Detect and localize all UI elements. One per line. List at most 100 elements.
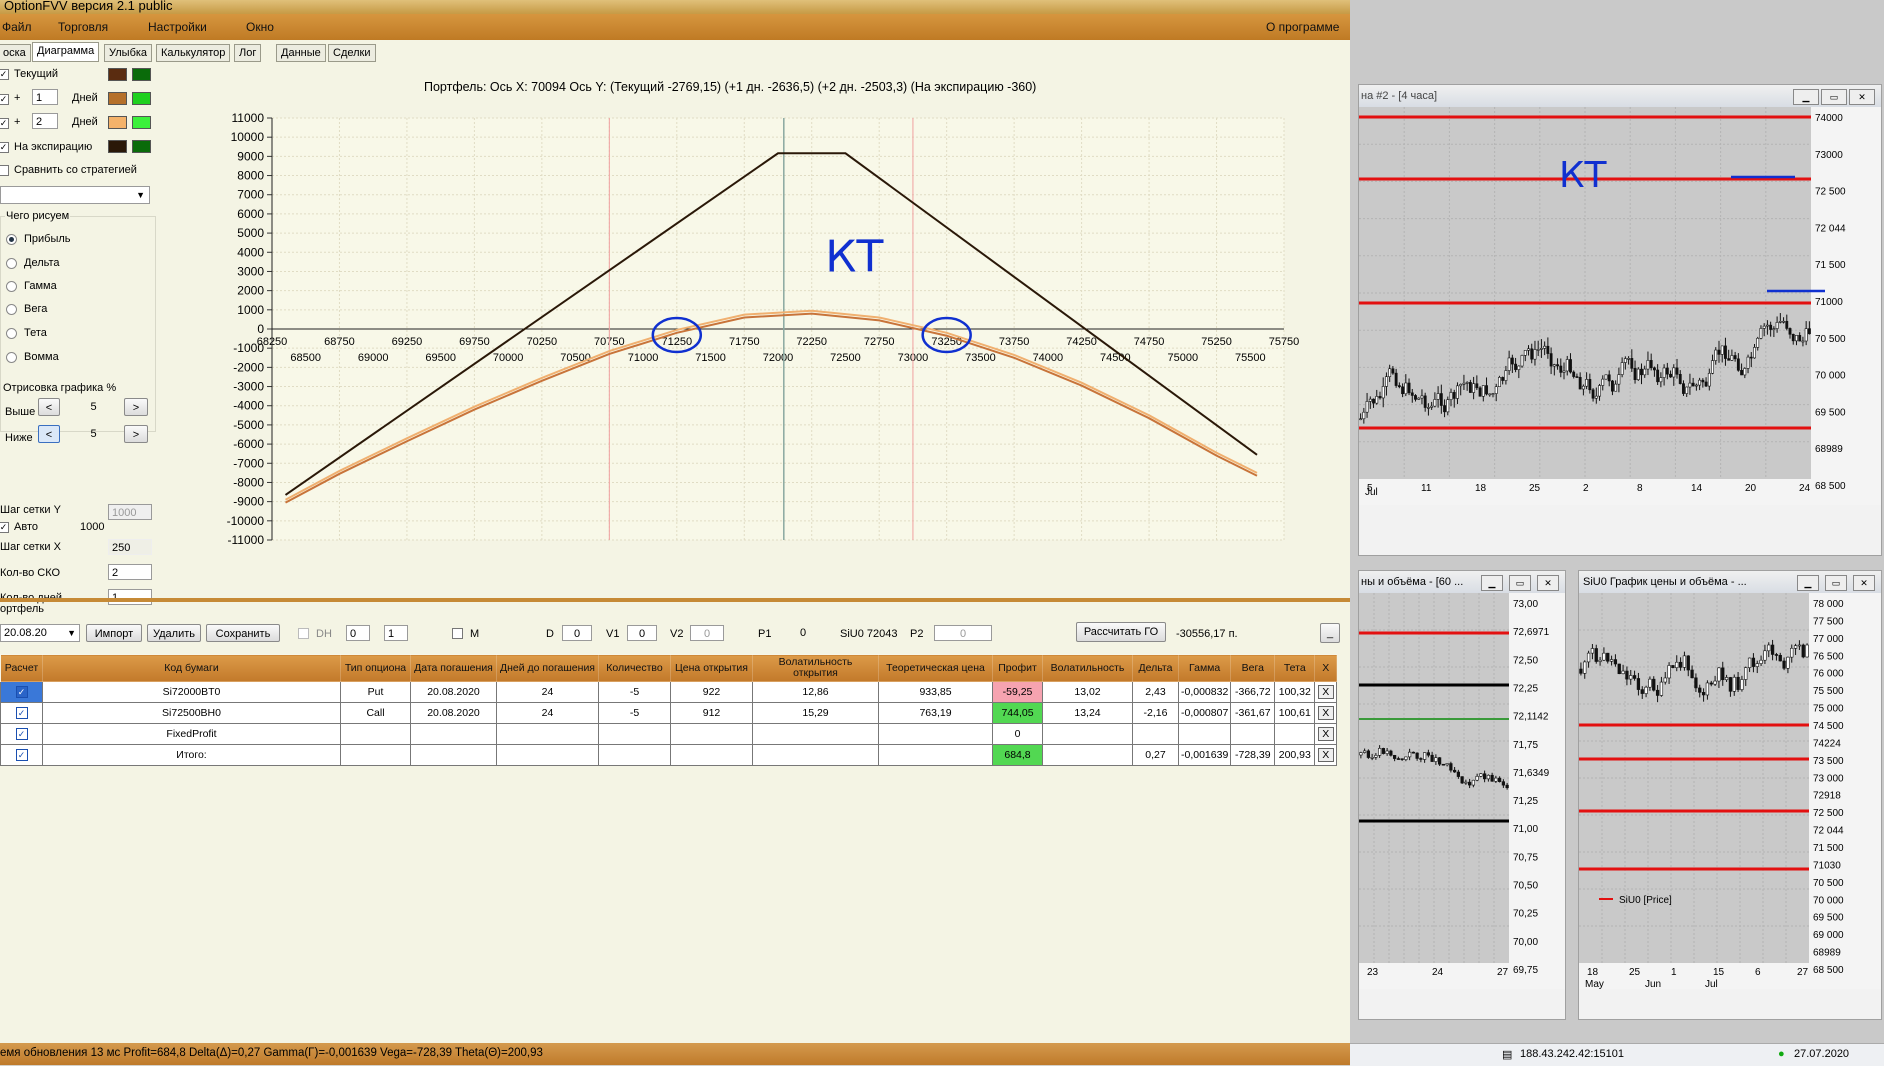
calc-margin-button[interactable]: Рассчитать ГО [1076,622,1166,642]
candlestick-chart-siu0[interactable]: 78 000 77 500 77 000 76 500 76 000 75 500 75 0… [1579,593,1881,1019]
candle-body [1411,751,1415,754]
table-cell[interactable]: ✓ [0,744,43,766]
candle-body [1404,756,1408,760]
candle-body [1659,681,1664,696]
column-header[interactable]: Волатильность открытия [752,654,879,682]
column-header[interactable]: Расчет [0,654,43,682]
chart-window-4h-titlebar[interactable]: на #2 - [4 часа] ▁ ▭ ✕ [1359,85,1881,107]
calc-checkbox[interactable]: ✓ [15,728,28,740]
candle-body [1486,774,1490,780]
v2-input[interactable]: 0 [690,625,724,641]
column-header[interactable]: Профит [992,654,1043,682]
table-cell [670,723,753,745]
candle-body [1604,374,1608,380]
maximize-icon[interactable]: ▭ [1825,575,1847,591]
taskbar: ▤ 188.43.242.42:15101 ● 27.07.2020 [1350,1043,1884,1066]
column-header[interactable]: Дата погашения [410,654,497,682]
table-row[interactable]: ✓ FixedProfit 0 X [0,723,1338,745]
remove-row-button[interactable]: X [1317,706,1334,720]
candle-body [1485,385,1488,395]
save-button[interactable]: Сохранить [206,624,280,642]
candle-body [1549,353,1553,367]
candle-body [1795,335,1798,342]
minimize-panel-button[interactable]: _ [1320,623,1340,643]
splitter[interactable] [0,598,1350,602]
candle-body [1552,364,1556,367]
calc-checkbox[interactable]: ✓ [15,749,28,761]
close-icon[interactable]: ✕ [1849,89,1875,105]
column-header[interactable]: Волатильность [1042,654,1133,682]
table-cell[interactable]: X [1314,702,1338,724]
candle-body [1456,771,1460,777]
chart-window-siu0-titlebar[interactable]: SiU0 График цены и объёма - ... ▁ ▭ ✕ [1579,571,1881,593]
table-cell[interactable]: ✓ [0,702,43,724]
p2-input[interactable]: 0 [934,625,992,641]
payoff-chart[interactable]: 1100010000900080007000600050004000300020… [0,0,1350,600]
price-scale-label: 74 500 [1813,721,1844,732]
price-scale-label: 73 000 [1813,773,1844,784]
calc-checkbox[interactable]: ✓ [15,707,28,719]
d-input[interactable]: 0 [562,625,592,641]
y-tick-label: -3000 [233,380,264,394]
dh-value-input[interactable]: 0 [346,625,370,641]
table-cell[interactable]: ✓ [0,723,43,745]
column-header[interactable]: Тип опциона [340,654,411,682]
p1-input[interactable]: 0 [778,625,828,641]
chart-window-60m: ны и объёма - [60 ... ▁ ▭ ✕ 73,00 72,6971… [1358,570,1566,1020]
candle-body [1652,367,1656,371]
close-icon[interactable]: ✕ [1537,575,1559,591]
x-tick-label-lower: 75500 [1235,352,1266,364]
candle-body [1543,345,1547,349]
dh-step-input[interactable]: 1 [384,625,408,641]
column-header[interactable]: Тета [1274,654,1316,682]
column-header[interactable]: X [1314,654,1338,682]
chart-window-60m-titlebar[interactable]: ны и объёма - [60 ... ▁ ▭ ✕ [1359,571,1565,593]
maximize-icon[interactable]: ▭ [1821,89,1847,105]
close-icon[interactable]: ✕ [1853,575,1875,591]
table-row[interactable]: ✓ Si72000BT0 Put 20.08.2020 24 -5 922 12,86 933,… [0,681,1338,703]
price-scale-label: 76 500 [1813,651,1844,662]
candle-body [1479,773,1483,777]
table-row[interactable]: ✓ Si72500BH0 Call 20.08.2020 24 -5 912 15,29 763… [0,702,1338,724]
column-header[interactable]: Дней до погашения [496,654,599,682]
table-cell[interactable]: X [1314,681,1338,703]
candle-body [1494,777,1498,782]
table-header: Расчет Код бумаги Тип опциона Дата погашени… [0,654,1338,682]
v1-input[interactable]: 0 [627,625,657,641]
column-header[interactable]: Гамма [1177,654,1232,682]
table-cell[interactable]: X [1314,723,1338,745]
price-scale-label: 74224 [1813,738,1841,749]
p2-label: P2 [910,628,924,640]
table-cell[interactable]: ✓ [0,681,43,703]
calc-checkbox[interactable]: ✓ [15,686,28,698]
table-cell[interactable]: X [1314,744,1338,766]
remove-row-button[interactable]: X [1317,748,1334,762]
legend-label: SiU0 [Price] [1619,895,1672,906]
column-header[interactable]: Дельта [1132,654,1179,682]
remove-row-button[interactable]: X [1317,685,1334,699]
m-checkbox[interactable] [452,628,463,639]
table-row[interactable]: ✓ Итого: 684,8 0,27 -0,001639 -728,39 200,93 X [0,744,1338,766]
minimize-icon[interactable]: ▁ [1793,89,1819,105]
minimize-icon[interactable]: ▁ [1481,575,1503,591]
column-header[interactable]: Количество [598,654,671,682]
dh-label: DH [316,628,332,640]
column-header[interactable]: Код бумаги [42,654,341,682]
dh-checkbox[interactable] [298,628,309,639]
candle-body [1759,659,1763,664]
column-header[interactable]: Вега [1230,654,1276,682]
candlestick-chart-60m[interactable]: 73,00 72,6971 72,50 72,25 72,1142 71,75 71,634… [1359,593,1565,1019]
candle-body [1483,773,1487,780]
margin-value: -30556,17 п. [1176,628,1238,640]
minimize-icon[interactable]: ▁ [1797,575,1819,591]
candlestick-chart-4h[interactable]: 74000 73000 72 500 72 044 71 500 71000 70 500 7… [1359,107,1881,555]
delete-button[interactable]: Удалить [147,624,201,642]
v2-label: V2 [670,628,684,640]
import-button[interactable]: Импорт [86,624,142,642]
column-header[interactable]: Цена открытия [670,654,753,682]
candle-body [1733,355,1737,360]
date-dropdown[interactable]: 20.08.20 ▼ [0,624,80,642]
column-header[interactable]: Теоретическая цена [878,654,993,682]
remove-row-button[interactable]: X [1317,727,1334,741]
maximize-icon[interactable]: ▭ [1509,575,1531,591]
